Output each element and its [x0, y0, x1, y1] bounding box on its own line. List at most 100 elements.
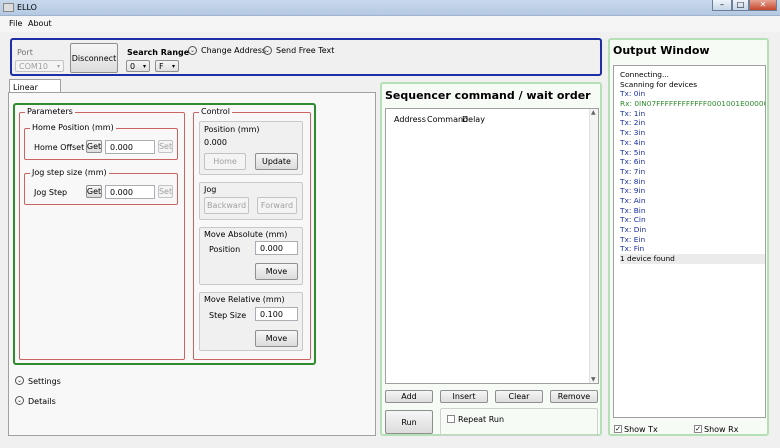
range-from-value: 0	[130, 61, 136, 71]
move-absolute-button[interactable]: Move	[255, 263, 298, 280]
home-get-button[interactable]: Get	[86, 140, 102, 153]
chevron-down-icon: ▾	[56, 63, 60, 70]
chevron-down-icon[interactable]: ⌄	[263, 46, 272, 55]
details-expander[interactable]: Details	[28, 397, 56, 406]
absolute-position-input[interactable]: 0.000	[255, 241, 298, 255]
jog-set-button[interactable]: Set	[158, 185, 173, 198]
range-from-select[interactable]: 0 ▾	[126, 60, 150, 72]
log-line: Tx: 2in	[620, 118, 646, 128]
title-bar: ELLO – □ ✕	[0, 0, 780, 16]
position-value: 0.000	[204, 138, 227, 147]
step-size-label: Step Size	[209, 311, 247, 320]
log-line: Tx: 8in	[620, 176, 646, 186]
output-panel: Output Window Connecting... Scanning for …	[608, 38, 769, 436]
log-line: Rx: 0IN07FFFFFFFFFFFF0001001E00000800	[620, 99, 765, 109]
close-button[interactable]: ✕	[749, 0, 777, 11]
change-address-label[interactable]: Change Address	[201, 46, 266, 55]
log-line: Tx: 3in	[620, 128, 646, 138]
home-set-button[interactable]: Set	[158, 140, 173, 153]
output-title: Output Window	[613, 44, 710, 57]
clear-button[interactable]: Clear	[495, 390, 543, 403]
scroll-up-icon[interactable]: ▲	[591, 109, 596, 116]
show-rx-label: Show Rx	[704, 425, 739, 434]
show-tx-checkbox[interactable]: ✓	[614, 425, 622, 433]
log-line: Tx: Cin	[620, 215, 646, 225]
scroll-down-icon[interactable]: ▼	[591, 376, 596, 383]
sequencer-title: Sequencer command / wait order	[385, 89, 591, 102]
jog-step-group: Jog step size (mm) Jog Step Get 0.000 Se…	[24, 168, 178, 205]
log-line: Tx: 6in	[620, 157, 646, 167]
home-offset-label: Home Offset	[34, 143, 85, 152]
search-range-label: Search Range	[127, 48, 190, 57]
remove-button[interactable]: Remove	[550, 390, 598, 403]
move-relative-group: Move Relative (mm) Step Size 0.100 Move	[199, 292, 303, 351]
minimize-button[interactable]: –	[712, 0, 732, 11]
repeat-group: Repeat Run	[440, 408, 598, 436]
jog-title: Jog	[204, 185, 217, 194]
absolute-position-label: Position	[209, 245, 241, 254]
sequence-list[interactable]: Address Command Delay ▲ ▼	[385, 108, 599, 384]
chevron-down-icon: ▾	[142, 63, 146, 70]
chevron-down-icon[interactable]: ⌄	[188, 46, 197, 55]
move-absolute-group: Move Absolute (mm) Position 0.000 Move	[199, 227, 303, 285]
log-line: Tx: 4in	[620, 137, 646, 147]
log-line: Tx: 9in	[620, 186, 646, 196]
update-button[interactable]: Update	[255, 153, 298, 170]
log-line: Tx: 0in	[620, 89, 646, 99]
home-position-group: Home Position (mm) Home Offset Get 0.000…	[24, 123, 178, 160]
insert-button[interactable]: Insert	[440, 390, 488, 403]
add-button[interactable]: Add	[385, 390, 433, 403]
port-label: Port	[17, 48, 33, 57]
show-rx-checkbox[interactable]: ✓	[694, 425, 702, 433]
disconnect-button[interactable]: Disconnect	[70, 43, 118, 73]
log-line: 1 device found	[620, 254, 765, 264]
log-line: Tx: 5in	[620, 147, 646, 157]
log-line: Tx: 1in	[620, 108, 646, 118]
move-relative-title: Move Relative (mm)	[204, 295, 285, 304]
jog-get-button[interactable]: Get	[86, 185, 102, 198]
menu-file[interactable]: File	[9, 19, 22, 28]
repeat-run-checkbox[interactable]	[447, 415, 455, 423]
col-address: Address	[394, 115, 426, 124]
settings-expander[interactable]: Settings	[28, 377, 61, 386]
sequencer-panel: Sequencer command / wait order Address C…	[380, 82, 602, 436]
step-size-input[interactable]: 0.100	[255, 307, 298, 321]
app-icon	[3, 3, 14, 12]
jog-group: Jog Backward Forward	[199, 182, 303, 220]
log-line: Tx: Ein	[620, 234, 646, 244]
log-line: Scanning for devices	[620, 79, 698, 89]
send-free-text-label[interactable]: Send Free Text	[276, 46, 334, 55]
log-line: Tx: Fin	[620, 244, 645, 254]
jog-step-label: Jog Step	[34, 188, 68, 197]
repeat-run-label: Repeat Run	[458, 415, 505, 424]
home-button[interactable]: Home	[204, 153, 246, 170]
maximize-button[interactable]: □	[732, 0, 749, 11]
menu-bar: File About	[0, 16, 780, 32]
log-line: Tx: Ain	[620, 195, 646, 205]
forward-button[interactable]: Forward	[257, 197, 297, 214]
backward-button[interactable]: Backward	[204, 197, 249, 214]
log-line: Tx: 7in	[620, 166, 646, 176]
range-to-select[interactable]: F ▾	[155, 60, 179, 72]
show-tx-label: Show Tx	[624, 425, 658, 434]
home-position-title: Home Position (mm)	[30, 123, 116, 132]
home-offset-input[interactable]: 0.000	[105, 140, 155, 154]
connection-panel: Port COM10 ▾ Disconnect Search Range 0 ▾ F…	[10, 38, 602, 76]
chevron-down-icon[interactable]: ⌄	[15, 376, 24, 385]
output-log[interactable]: Connecting... Scanning for devices Tx: 0in…	[613, 65, 766, 418]
tab-linear-stage[interactable]: Linear Stage:0	[9, 79, 61, 101]
log-line: Connecting...	[620, 70, 670, 79]
log-line: Tx: Bin	[620, 205, 646, 215]
port-select[interactable]: COM10 ▾	[15, 60, 64, 72]
jog-step-input[interactable]: 0.000	[105, 185, 155, 199]
position-title: Position (mm)	[204, 125, 260, 134]
parameters-title: Parameters	[25, 107, 75, 116]
menu-about[interactable]: About	[28, 19, 52, 28]
log-line: Tx: Din	[620, 225, 647, 234]
scrollbar[interactable]: ▲ ▼	[589, 109, 598, 383]
run-button[interactable]: Run	[385, 410, 433, 434]
jog-step-title: Jog step size (mm)	[30, 168, 109, 177]
move-relative-button[interactable]: Move	[255, 330, 298, 347]
chevron-down-icon[interactable]: ⌄	[15, 396, 24, 405]
chevron-down-icon: ▾	[171, 63, 175, 70]
